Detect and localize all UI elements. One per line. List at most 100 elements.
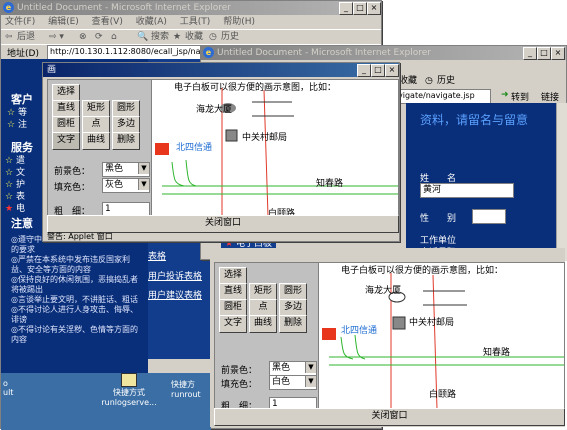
window-title: Untitled Document - Microsoft Internet E… — [17, 3, 231, 13]
map-label-xintong: 北四信通 — [341, 326, 378, 336]
minimize-button[interactable]: _ — [523, 47, 537, 60]
map-label-post: 中关村邮局 — [409, 318, 455, 328]
map-label-post: 中关村邮局 — [242, 133, 288, 143]
map-label-hailong: 海龙大厦 — [196, 105, 233, 115]
ie-logo-icon: e — [203, 47, 214, 58]
history-icon[interactable]: ◷ — [209, 30, 217, 45]
menu-tools[interactable]: 工具(T) — [180, 17, 211, 27]
title-bar[interactable]: 画 _ □ × — [43, 63, 399, 77]
search-icon[interactable]: 🔍 — [137, 30, 148, 45]
applet-status: 警告: Applet 窗口 — [47, 232, 113, 241]
desktop: o ult 快捷方式 runlogserve... 快捷方 runrout — [1, 373, 211, 430]
applet-window-bottom: 选择 直线 矩形 圆形 圆柜 点 多边 文字 曲线 删除 前景色： 黑色 填充色… — [210, 248, 565, 427]
maximize-button[interactable]: □ — [537, 47, 551, 60]
applet-window-top: 画 _ □ × 选择 直线 矩形 圆形 圆柜 点 多边 文字 曲线 删除 前景色… — [42, 62, 400, 242]
drawing-canvas[interactable]: 电子白板可以很方便的画示意图，比如： 海龙大厦 中关村邮局 北四信通 知春路 白… — [151, 79, 399, 217]
link-suggestion[interactable]: 用户建议表格 — [148, 288, 202, 301]
map-label-zhichun: 知春路 — [316, 179, 344, 189]
close-button[interactable]: × — [367, 2, 381, 15]
refresh-icon[interactable]: ⟳ — [95, 30, 103, 45]
address-field[interactable]: vigate/navigate.jsp — [395, 89, 491, 104]
sidebar-link[interactable]: ★ 电 — [5, 201, 25, 214]
map-label-hailong: 海龙大厦 — [365, 286, 402, 296]
tool-panel: 选择 直线 矩形 圆形 圆柜 点 多边 文字 曲线 删除 前景色： 黑色 填充色… — [214, 262, 320, 412]
road-curve — [354, 334, 366, 360]
applet-title: 画 — [47, 65, 57, 75]
maximize-button[interactable]: □ — [353, 2, 367, 15]
ie-logo-icon: e — [3, 2, 14, 13]
road-curve — [171, 161, 185, 187]
go-button[interactable]: 转到 — [511, 90, 529, 103]
title-bar[interactable]: e Untitled Document - Microsoft Internet… — [201, 46, 566, 60]
favorites-button[interactable]: 收藏 — [185, 30, 203, 45]
red-square-marker — [322, 328, 336, 340]
name-field[interactable]: 黄河 — [420, 183, 514, 198]
maximize-button[interactable]: □ — [371, 64, 385, 77]
menu-file[interactable]: 文件(F) — [5, 17, 35, 27]
tool-delete-button[interactable]: 删除 — [279, 315, 307, 333]
history-button[interactable]: 历史 — [437, 74, 455, 89]
form-panel: 资料，请留名与留意 姓 名 黄河 性 别 工作单位 电话号码 — [406, 103, 556, 261]
desktop-shortcut[interactable]: o ult — [3, 379, 13, 397]
tool-curve-button[interactable]: 曲线 — [82, 132, 110, 150]
scrollbar[interactable] — [556, 103, 567, 261]
tool-panel: 选择 直线 矩形 圆形 圆柜 点 多边 文字 曲线 删除 前景色： 黑色 填充色… — [47, 79, 153, 217]
address-label: 地址(D) — [7, 49, 39, 59]
history-icon[interactable]: ◷ — [425, 74, 433, 89]
forward-arrow-icon[interactable]: ⇨ ▾ — [49, 30, 64, 45]
drawing-canvas[interactable]: 电子白板可以很方便的画示意图，比如： 海龙大厦 中关村邮局 北四信通 知春路 白… — [318, 262, 565, 410]
close-button[interactable]: × — [551, 47, 565, 60]
star-icon: ★ — [5, 204, 14, 214]
fg-color-select[interactable]: 黑色 — [102, 162, 150, 177]
fill-color-select[interactable]: 白色 — [269, 375, 317, 390]
favorites-button[interactable]: 收藏 — [399, 74, 417, 89]
tool-text-button[interactable]: 文字 — [219, 315, 247, 333]
address-field[interactable]: http://10.130.1.112:8080/ecall_jsp/navig… — [47, 45, 221, 60]
star-icon: ☆ — [7, 120, 16, 130]
minimize-button[interactable]: _ — [357, 64, 371, 77]
tool-delete-button[interactable]: 删除 — [112, 132, 140, 150]
links-label[interactable]: 链接 — [541, 90, 559, 103]
tool-curve-button[interactable]: 曲线 — [249, 315, 277, 333]
title-bar[interactable]: e Untitled Document - Microsoft Internet… — [1, 1, 381, 15]
road-curve — [340, 336, 354, 360]
close-window-button[interactable]: 关闭窗口 — [214, 408, 565, 426]
shortcut-icon — [121, 373, 137, 387]
fg-color-label: 前景色： — [221, 366, 258, 376]
go-arrow-icon[interactable]: ➜ — [501, 90, 509, 100]
back-arrow-icon[interactable]: ⇦ — [5, 30, 13, 45]
notice-list: ◎遵守中华人民共和国有关法律法规的要求 ◎严禁在本系统中发布违反国家利益、安全等… — [11, 235, 138, 344]
menu-edit[interactable]: 编辑(E) — [48, 17, 79, 27]
home-icon[interactable]: ⌂ — [111, 30, 117, 45]
fg-color-select[interactable]: 黑色 — [269, 361, 317, 376]
desktop-shortcut[interactable]: 快捷方 runrout — [171, 379, 201, 399]
stop-icon[interactable]: ⊗ — [79, 30, 87, 45]
favorites-icon[interactable]: ★ — [173, 30, 181, 45]
tool-text-button[interactable]: 文字 — [52, 132, 80, 150]
form-heading: 资料，请留名与留意 — [420, 113, 529, 127]
menu-help[interactable]: 帮助(H) — [223, 17, 255, 27]
close-button[interactable]: × — [385, 64, 399, 77]
menu-favorites[interactable]: 收藏(A) — [136, 17, 167, 27]
minimize-button[interactable]: _ — [339, 2, 353, 15]
post-office-marker — [225, 129, 238, 142]
toolbar: ⇦ 后退 ⇨ ▾ ⊗ ⟳ ⌂ 🔍 搜索 ★ 收藏 ◷ 历史 — [1, 29, 381, 44]
sidebar-link[interactable]: ☆ 注 — [7, 117, 27, 130]
fill-color-select[interactable]: 灰色 — [102, 178, 150, 193]
back-button[interactable]: 后退 — [17, 30, 35, 45]
history-button[interactable]: 历史 — [221, 30, 239, 45]
map-label-baiyi: 白颐路 — [429, 390, 457, 400]
road-curve — [185, 159, 197, 187]
map-label-xintong: 北四信通 — [176, 143, 213, 153]
fg-color-label: 前景色： — [54, 167, 91, 177]
post-office-marker — [392, 316, 406, 330]
search-button[interactable]: 搜索 — [151, 30, 169, 45]
map-label-zhichun: 知春路 — [483, 348, 511, 358]
link-table[interactable]: 表格 — [148, 249, 166, 262]
desktop-shortcut[interactable]: 快捷方式 runlogserve... — [97, 373, 161, 407]
gender-field[interactable] — [472, 209, 506, 224]
menu-view[interactable]: 查看(V) — [92, 17, 123, 27]
link-complaint[interactable]: 用户投诉表格 — [148, 269, 202, 282]
address-bar: vigate/navigate.jsp ➜ 转到 链接 — [391, 89, 566, 104]
menu-bar: 文件(F) 编辑(E) 查看(V) 收藏(A) 工具(T) 帮助(H) — [5, 16, 335, 29]
